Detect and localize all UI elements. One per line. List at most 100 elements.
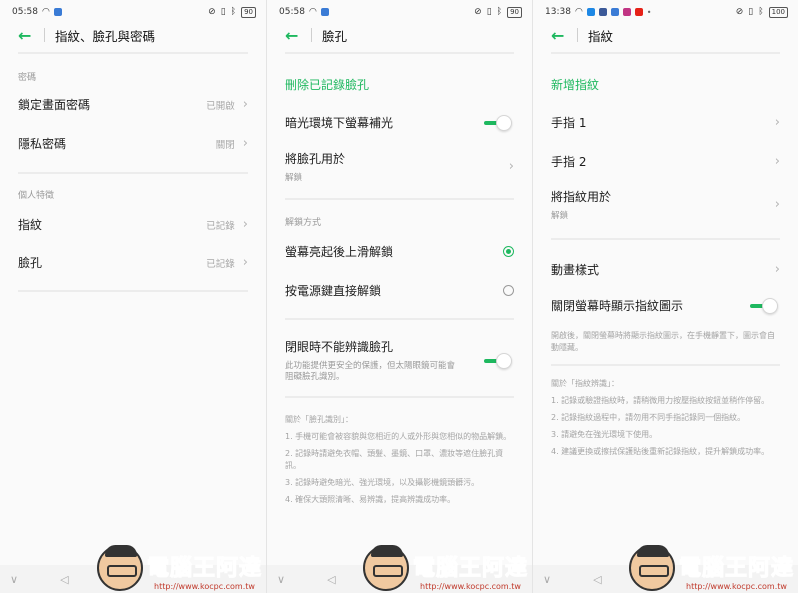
note-2: 2. 記錄時請避免衣帽、頭髮、墨鏡、口罩、濃妝等遮住臉孔資訊。 [285, 449, 504, 470]
section-label-password: 密碼 [18, 73, 37, 83]
unlock-option-swipe[interactable]: 螢幕亮起後上滑解鎖 [285, 243, 514, 260]
item-sub: 解鎖 [551, 211, 569, 221]
watermark-brand: 電腦王阿達 [412, 556, 528, 582]
finger-2-item[interactable]: 手指 2 › [551, 153, 780, 170]
youtube-icon [634, 8, 643, 16]
nav-back-icon[interactable]: ◁ [327, 573, 335, 586]
header-divider [44, 28, 45, 42]
show-icon-toggle[interactable] [748, 297, 780, 314]
delete-face-button[interactable]: 刪除已記錄臉孔 [285, 76, 369, 93]
section-divider [551, 238, 780, 240]
panel-face-settings: 05:58 ◠ ⊘ ▯ ᛒ 90 ← 臉孔 刪除已記錄臉孔 暗光環境下螢幕補光 將臉孔用… [266, 0, 532, 593]
bluetooth-icon: ᛒ [496, 7, 503, 17]
item-label: 隱私密碼 [18, 137, 67, 151]
show-icon-toggle-item[interactable]: 關閉螢幕時顯示指紋圖示 [551, 297, 780, 314]
note-text: 開啟後，關閉螢幕時將顯示指紋圖示，在手機靜置下，圖示會自動隱藏。 [551, 331, 775, 352]
battery-icon: 100 [768, 6, 788, 18]
header-divider-line [18, 52, 248, 54]
vibrate-icon: ▯ [748, 7, 754, 17]
app-icon [610, 8, 619, 16]
unlock-option-power[interactable]: 按電源鍵直接解鎖 [285, 282, 514, 299]
item-label: 暗光環境下螢幕補光 [285, 116, 394, 130]
more-icon: • [646, 7, 652, 17]
wifi-icon: ◠ [308, 7, 317, 17]
nav-down-icon[interactable]: ∨ [277, 573, 285, 586]
dark-fill-toggle[interactable] [482, 114, 514, 131]
status-time: 05:58 [279, 7, 305, 17]
header: ← 指紋 [533, 24, 798, 46]
section-divider [285, 396, 514, 398]
note-4: 4. 建議更換或擦拭保護貼後重新記錄指紋，提升解鎖成功率。 [551, 447, 770, 456]
note-4: 4. 確保大頭照清晰、易辨識，提高辨識成功率。 [285, 495, 456, 504]
add-fingerprint-button[interactable]: 新增指紋 [551, 76, 599, 93]
radio-unselected[interactable] [503, 285, 514, 296]
watermark-url: http://www.kocpc.com.tw [154, 582, 255, 591]
use-face-for-item[interactable]: 將臉孔用於 解鎖 › [285, 150, 514, 183]
section-divider [18, 290, 248, 292]
watermark-url: http://www.kocpc.com.tw [420, 582, 521, 591]
status-bar: 13:38 ◠ • ⊘ ▯ ᛒ 100 [533, 0, 798, 24]
watermark-brand: 電腦王阿達 [678, 556, 794, 582]
chevron-right-icon: › [242, 135, 248, 151]
section-divider [551, 364, 780, 366]
section-label-biometrics: 個人特徵 [18, 191, 55, 201]
nav-back-icon[interactable]: ◁ [593, 573, 601, 586]
dark-fill-toggle-item[interactable]: 暗光環境下螢幕補光 [285, 114, 514, 131]
back-arrow-icon[interactable]: ← [551, 26, 571, 45]
show-icon-note: 開啟後，關閉螢幕時將顯示指紋圖示，在手機靜置下，圖示會自動隱藏。 [551, 330, 782, 359]
wifi-icon: ◠ [574, 7, 583, 17]
eyes-closed-toggle[interactable] [482, 352, 514, 369]
nav-down-icon[interactable]: ∨ [543, 573, 551, 586]
face-item[interactable]: 臉孔 已記錄 › [18, 254, 248, 271]
header: ← 指紋、臉孔與密碼 [0, 24, 266, 46]
watermark: 電腦王阿達 http://www.kocpc.com.tw [362, 545, 528, 591]
item-label: 動畫樣式 [551, 263, 600, 277]
header-divider-line [551, 52, 780, 54]
app-icon [320, 8, 329, 16]
battery-icon: 90 [241, 6, 256, 18]
back-arrow-icon[interactable]: ← [18, 26, 38, 45]
notes-title: 關於「臉孔識別」： [285, 415, 353, 424]
panel-fingerprint-settings: 13:38 ◠ • ⊘ ▯ ᛒ 100 ← 指紋 新增指紋 手指 1 › 手指 2 › 將… [532, 0, 798, 593]
item-label: 臉孔 [18, 256, 43, 270]
item-value: 關閉 [215, 139, 235, 151]
mute-icon: ⊘ [735, 7, 744, 17]
option-label: 螢幕亮起後上滑解鎖 [285, 245, 394, 259]
use-fingerprint-for-item[interactable]: 將指紋用於 解鎖 › [551, 188, 780, 221]
chevron-right-icon: › [774, 114, 780, 130]
item-label: 手指 2 [551, 155, 587, 169]
item-label: 手指 1 [551, 116, 587, 130]
eyes-closed-toggle-item[interactable]: 閉眼時不能辨識臉孔 此功能提供更安全的保護，但太陽眼鏡可能會 阻礙臉孔識別。 [285, 338, 514, 383]
status-time: 05:58 [12, 7, 38, 17]
radio-selected[interactable] [503, 246, 514, 257]
section-divider [285, 318, 514, 320]
watermark-mascot-icon [96, 545, 143, 591]
option-label: 按電源鍵直接解鎖 [285, 284, 382, 298]
fingerprint-item[interactable]: 指紋 已記錄 › [18, 216, 248, 233]
item-value: 已記錄 [206, 258, 235, 270]
note-1: 1. 手機可能會被容貌與您相近的人或外形與您相似的物品解鎖。 [285, 432, 512, 441]
wifi-icon: ◠ [41, 7, 50, 17]
nav-back-icon[interactable]: ◁ [60, 573, 68, 586]
chevron-right-icon: › [774, 196, 780, 212]
lockscreen-password-item[interactable]: 鎖定畫面密碼 已開啟 › [18, 96, 248, 113]
facebook-icon [598, 8, 607, 16]
watermark-url: http://www.kocpc.com.tw [686, 582, 787, 591]
status-bar: 05:58 ◠ ⊘ ▯ ᛒ 90 [267, 0, 532, 24]
status-bar: 05:58 ◠ ⊘ ▯ ᛒ 90 [0, 0, 266, 24]
note-3: 3. 請避免在強光環境下使用。 [551, 430, 658, 439]
page-title: 指紋 [588, 28, 614, 44]
vibrate-icon: ▯ [486, 7, 492, 17]
privacy-password-item[interactable]: 隱私密碼 關閉 › [18, 135, 248, 152]
nav-down-icon[interactable]: ∨ [10, 573, 18, 586]
section-label-unlock: 解鎖方式 [285, 218, 322, 228]
watermark-mascot-icon [362, 545, 409, 591]
finger-1-item[interactable]: 手指 1 › [551, 114, 780, 131]
mute-icon: ⊘ [208, 7, 216, 17]
instagram-icon [622, 8, 631, 16]
animation-style-item[interactable]: 動畫樣式 › [551, 261, 780, 278]
back-arrow-icon[interactable]: ← [285, 26, 305, 45]
item-sub: 此功能提供更安全的保護，但太陽眼鏡可能會 阻礙臉孔識別。 [285, 361, 456, 382]
app-icon [53, 8, 62, 16]
battery-icon: 90 [507, 6, 522, 18]
